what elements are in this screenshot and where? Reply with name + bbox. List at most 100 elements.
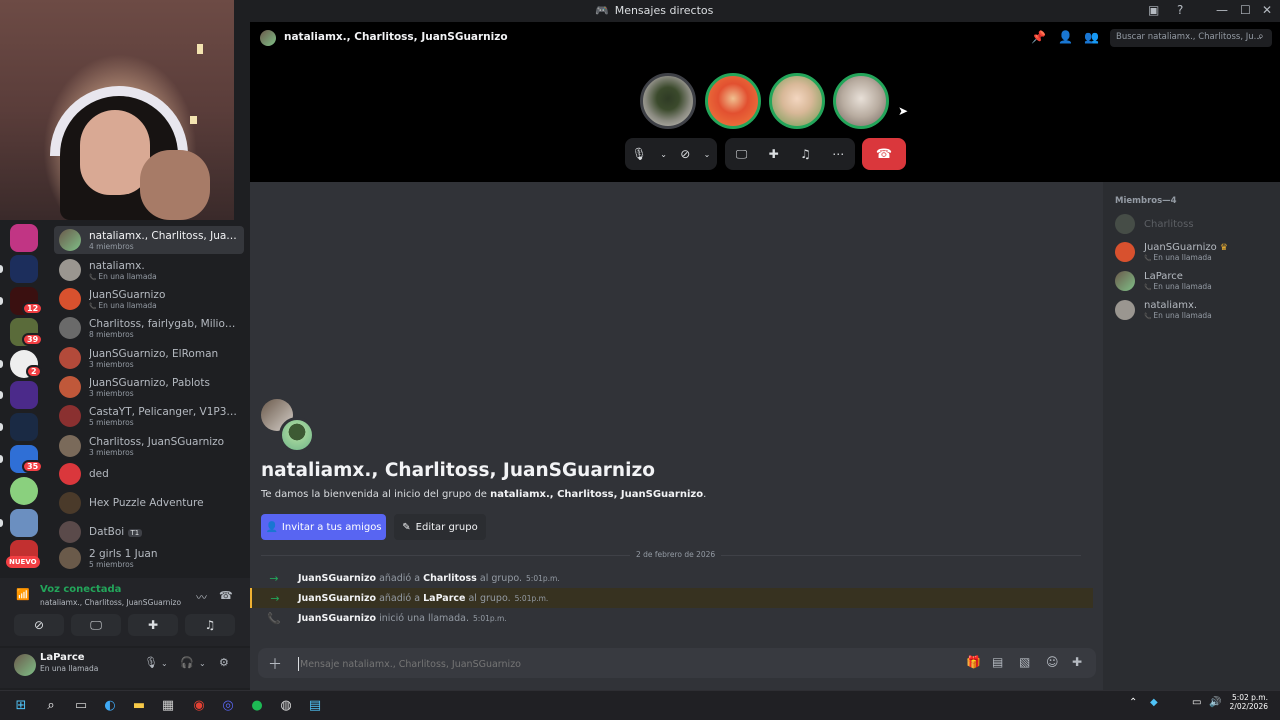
soundboard-button[interactable]: ♫ (185, 614, 235, 636)
chevron-down-icon[interactable]: ⌄ (704, 150, 711, 159)
server-icon[interactable] (10, 224, 38, 252)
hang-up-icon: ☎ (875, 146, 893, 162)
edge-icon[interactable]: ◐ (99, 694, 121, 716)
search-icon[interactable]: ⌕ (1258, 31, 1264, 42)
webcam-overlay (0, 0, 234, 220)
signal-icon[interactable]: 📶 (16, 588, 30, 601)
more-icon[interactable]: ⋯ (832, 147, 844, 161)
chevron-down-icon[interactable]: ⌄ (161, 659, 168, 668)
dm-item[interactable]: ded (54, 460, 244, 488)
pin-icon[interactable]: 📌 (1031, 30, 1046, 44)
invite-friends-button[interactable]: 👤 Invitar a tus amigos (261, 514, 386, 540)
chevron-up-icon[interactable]: ⌃ (1129, 697, 1137, 708)
dm-item[interactable]: nataliamx.En una llamada (54, 256, 244, 284)
dm-item[interactable]: Hex Puzzle Adventure (54, 489, 244, 517)
tray-app-icon[interactable]: ◆ (1150, 697, 1158, 708)
end-call-button[interactable]: ☎ (862, 138, 906, 170)
windows-start-icon[interactable]: ⊞ (10, 694, 32, 716)
dm-item[interactable]: Charlitoss, fairlygab, MilioG, N...8 mie… (54, 314, 244, 342)
plus-icon[interactable]: ＋ (268, 654, 282, 674)
dm-item[interactable]: JuanSGuarnizo, ElRoman 3 miembros (54, 344, 244, 372)
avatar (59, 547, 81, 569)
gift-icon[interactable]: 🎁 (966, 655, 981, 669)
close-button[interactable]: ✕ (1262, 3, 1272, 17)
screen-share-button[interactable]: 🖵 (71, 614, 121, 636)
volume-icon[interactable]: 🔊 (1209, 697, 1221, 708)
disconnect-icon[interactable]: ☎ (219, 589, 233, 602)
microphone-icon[interactable]: 🎙 (144, 656, 158, 669)
notepad-icon[interactable]: ▤ (304, 694, 326, 716)
apps-icon[interactable]: ✚ (1072, 655, 1082, 669)
sticker-icon[interactable]: ▧ (1019, 655, 1030, 669)
member-item[interactable]: nataliamx.En una llamada (1115, 300, 1212, 320)
member-item[interactable]: JuanSGuarnizo ♛En una llamada (1115, 242, 1228, 262)
noise-suppression-icon[interactable]: 〰 (196, 589, 207, 605)
arrow-right-icon: → (270, 591, 280, 605)
camera-off-icon: ⊘ (33, 618, 45, 632)
username: LaParce (40, 652, 85, 663)
members-icon[interactable]: 👥 (1084, 30, 1099, 44)
spotify-icon[interactable]: ● (246, 694, 268, 716)
chrome-icon[interactable]: ◉ (188, 694, 210, 716)
dm-item[interactable]: Charlitoss, JuanSGuarnizo 3 miembros (54, 432, 244, 460)
participant-avatar[interactable] (705, 73, 761, 129)
dm-item[interactable]: CastaYT, Pelicanger, V1P3R, so...5 miemb… (54, 402, 244, 430)
emoji-icon[interactable]: ☺ (1046, 655, 1059, 669)
message-input[interactable] (298, 657, 898, 671)
edit-group-button[interactable]: ✎ Editar grupo (394, 514, 486, 540)
headphones-icon[interactable]: 🎧 (180, 656, 194, 669)
wall-light (190, 116, 197, 124)
dm-item[interactable]: 2 girls 1 Juan 5 miembros (54, 544, 244, 572)
dm-item[interactable]: DatBoi T1 (54, 518, 244, 546)
group-icon (260, 30, 276, 46)
clock[interactable]: 5:02 p.m. 2/02/2026 (1226, 693, 1268, 711)
microphone-icon[interactable]: 🎙 (632, 147, 647, 161)
avatar (59, 229, 81, 251)
maximize-button[interactable]: ☐ (1240, 3, 1251, 17)
dm-item[interactable]: nataliamx., Charlitoss, JuanSG...4 miemb… (54, 226, 244, 254)
camera-button[interactable]: ⊘ (14, 614, 64, 636)
activities-icon[interactable]: ✚ (769, 147, 779, 161)
file-explorer-icon[interactable]: ▬ (128, 694, 150, 716)
camera-off-icon[interactable]: ⊘ (680, 147, 690, 161)
dm-item[interactable]: JuanSGuarnizo, Pablots 3 miembros (54, 373, 244, 401)
discord-icon: 🎮 (595, 4, 609, 17)
member-item[interactable]: Charlitoss (1115, 214, 1194, 234)
screen-share-icon[interactable]: 🖵 (736, 147, 748, 162)
server-icon[interactable] (10, 381, 38, 409)
activities-button[interactable]: ✚ (128, 614, 178, 636)
server-icon[interactable] (10, 255, 38, 283)
avatar (59, 376, 81, 398)
display-icon[interactable]: ▭ (1192, 697, 1201, 708)
participant-avatar[interactable] (769, 73, 825, 129)
store-icon[interactable]: ▦ (157, 694, 179, 716)
add-friends-icon[interactable]: 👤 (1058, 30, 1073, 44)
dm-list: nataliamx., Charlitoss, JuanSG...4 miemb… (48, 220, 250, 576)
dm-item[interactable]: JuanSGuarnizoEn una llamada (54, 285, 244, 313)
soundboard-icon[interactable]: ♫ (800, 147, 811, 161)
participant-avatar[interactable] (640, 73, 696, 129)
server-icon[interactable] (10, 509, 38, 537)
system-message: 📞 JuanSGuarnizo inició una llamada. 5:01p… (250, 608, 1093, 628)
chevron-down-icon[interactable]: ⌄ (199, 659, 206, 668)
gif-icon[interactable]: ▤ (992, 655, 1003, 669)
wall-light (197, 44, 203, 54)
voice-channel[interactable]: nataliamx., Charlitoss, JuanSGuarnizo (40, 598, 181, 607)
discord-icon[interactable]: ◎ (217, 694, 239, 716)
task-view-icon[interactable]: ▭ (70, 694, 92, 716)
minimize-button[interactable]: — (1216, 3, 1228, 17)
avatar[interactable] (14, 654, 36, 676)
server-icon[interactable] (10, 477, 38, 505)
crown-icon: ♛ (1219, 243, 1228, 253)
obs-icon[interactable]: ◍ (275, 694, 297, 716)
participant-avatar[interactable] (833, 73, 889, 129)
mention-badge: 35 (22, 460, 44, 473)
search-icon[interactable]: ⌕ (40, 694, 62, 716)
search-input[interactable]: Buscar nataliamx., Charlitoss, Ju... (1110, 29, 1272, 47)
server-icon[interactable] (10, 413, 38, 441)
gear-icon[interactable]: ⚙ (219, 656, 229, 669)
inbox-icon[interactable]: ▣ (1148, 3, 1159, 17)
help-icon[interactable]: ? (1177, 3, 1183, 17)
member-item[interactable]: LaParceEn una llamada (1115, 271, 1212, 291)
chevron-down-icon[interactable]: ⌄ (660, 150, 667, 159)
